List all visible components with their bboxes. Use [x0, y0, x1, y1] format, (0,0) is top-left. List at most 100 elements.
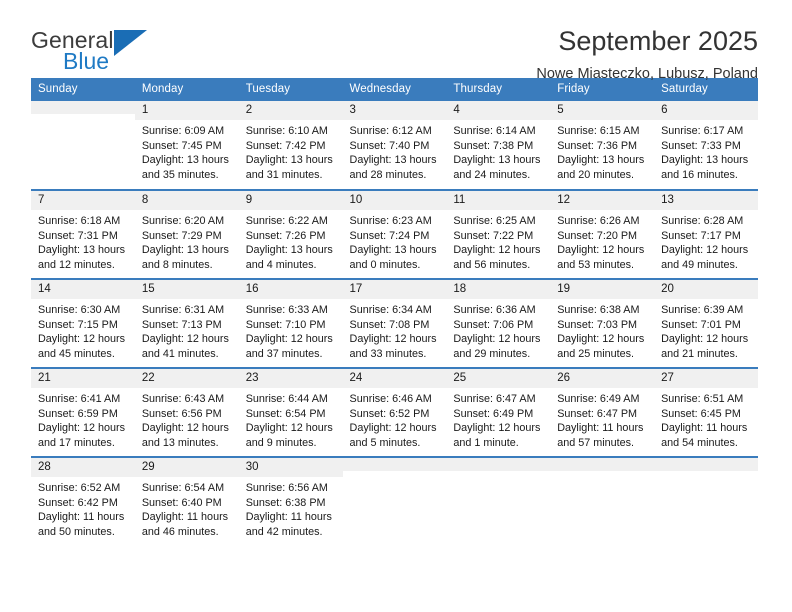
calendar-day-cell[interactable]: 14 Sunrise: 6:30 AM Sunset: 7:15 PM Dayligh… [31, 278, 135, 368]
cell-inner: 17 Sunrise: 6:34 AM Sunset: 7:08 PM Dayligh… [342, 280, 447, 367]
day-sun-info: Sunrise: 6:34 AM Sunset: 7:08 PM Daylight:… [343, 299, 447, 361]
day-number: 3 [342, 101, 447, 120]
cell-inner: 28 Sunrise: 6:52 AM Sunset: 6:42 PM Dayligh… [31, 458, 135, 546]
calendar-day-cell[interactable]: 25 Sunrise: 6:47 AM Sunset: 6:49 PM Dayligh… [446, 367, 551, 457]
page-subtitle: Nowe Miasteczko, Lubusz, Poland [536, 66, 758, 82]
daylight-text-line1: Daylight: 13 hours [661, 154, 749, 167]
daylight-text-line1: Daylight: 11 hours [557, 422, 644, 435]
sunset-text: Sunset: 6:45 PM [661, 407, 741, 420]
calendar-day-cell[interactable]: 2 Sunrise: 6:10 AM Sunset: 7:42 PM Daylight… [238, 101, 343, 190]
sunset-text: Sunset: 6:59 PM [38, 407, 118, 420]
cell-inner: 8 Sunrise: 6:20 AM Sunset: 7:29 PM Daylight… [134, 191, 239, 278]
day-sun-info: Sunrise: 6:56 AM Sunset: 6:38 PM Daylight:… [239, 477, 343, 539]
calendar-day-cell[interactable]: 11 Sunrise: 6:25 AM Sunset: 7:22 PM Dayligh… [446, 189, 551, 279]
calendar-day-cell[interactable]: 3 Sunrise: 6:12 AM Sunset: 7:40 PM Daylight… [342, 101, 447, 190]
calendar-day-cell[interactable]: 10 Sunrise: 6:23 AM Sunset: 7:24 PM Dayligh… [342, 189, 447, 279]
calendar-day-cell[interactable]: 15 Sunrise: 6:31 AM Sunset: 7:13 PM Dayligh… [134, 278, 239, 368]
day-sun-info: Sunrise: 6:41 AM Sunset: 6:59 PM Daylight:… [31, 388, 135, 450]
calendar-week-row: 1 Sunrise: 6:09 AM Sunset: 7:45 PM Daylight… [31, 101, 758, 190]
calendar-day-cell[interactable]: 28 Sunrise: 6:52 AM Sunset: 6:42 PM Dayligh… [31, 456, 135, 546]
calendar-day-cell[interactable]: 30 Sunrise: 6:56 AM Sunset: 6:38 PM Dayligh… [238, 456, 343, 546]
sunset-text: Sunset: 7:33 PM [661, 139, 741, 152]
daylight-text-line1: Daylight: 11 hours [245, 511, 332, 524]
daylight-text-line2: and 13 minutes. [141, 436, 219, 449]
calendar-cell-empty [342, 456, 447, 546]
weekday-header-thursday: Thursday [446, 78, 551, 101]
daylight-text-line1: Daylight: 13 hours [38, 244, 126, 257]
daylight-text-line2: and 37 minutes. [245, 347, 323, 360]
calendar-day-cell[interactable]: 20 Sunrise: 6:39 AM Sunset: 7:01 PM Dayligh… [654, 278, 758, 368]
sunset-text: Sunset: 7:29 PM [141, 229, 222, 242]
daylight-text-line1: Daylight: 12 hours [141, 422, 229, 435]
day-number: 19 [550, 280, 655, 299]
cell-inner: 16 Sunrise: 6:33 AM Sunset: 7:10 PM Dayligh… [238, 280, 343, 367]
day-sun-info: Sunrise: 6:22 AM Sunset: 7:26 PM Daylight:… [239, 210, 343, 272]
daylight-text-line2: and 31 minutes. [245, 168, 323, 181]
calendar-day-cell[interactable]: 13 Sunrise: 6:28 AM Sunset: 7:17 PM Dayligh… [654, 189, 758, 279]
cell-inner [550, 458, 655, 546]
calendar-day-cell[interactable]: 23 Sunrise: 6:44 AM Sunset: 6:54 PM Dayligh… [238, 367, 343, 457]
sunrise-text: Sunrise: 6:31 AM [141, 304, 225, 316]
calendar-day-cell[interactable]: 21 Sunrise: 6:41 AM Sunset: 6:59 PM Dayligh… [31, 367, 135, 457]
sunset-text: Sunset: 7:06 PM [453, 318, 534, 331]
calendar-day-cell[interactable]: 9 Sunrise: 6:22 AM Sunset: 7:26 PM Daylight… [238, 189, 343, 279]
day-sun-info: Sunrise: 6:36 AM Sunset: 7:06 PM Daylight:… [446, 299, 550, 361]
calendar-day-cell[interactable]: 24 Sunrise: 6:46 AM Sunset: 6:52 PM Dayligh… [342, 367, 447, 457]
daylight-text-line2: and 21 minutes. [661, 347, 738, 360]
daylight-text-line2: and 1 minute. [453, 436, 519, 449]
calendar-body: 1 Sunrise: 6:09 AM Sunset: 7:45 PM Daylight… [31, 101, 758, 546]
daylight-text-line2: and 49 minutes. [661, 258, 738, 271]
day-sun-info: Sunrise: 6:25 AM Sunset: 7:22 PM Daylight:… [446, 210, 550, 272]
daylight-text-line2: and 16 minutes. [661, 168, 738, 181]
calendar-day-cell[interactable]: 27 Sunrise: 6:51 AM Sunset: 6:45 PM Dayligh… [654, 367, 758, 457]
calendar-cell-empty [654, 456, 758, 546]
calendar-day-cell[interactable]: 18 Sunrise: 6:36 AM Sunset: 7:06 PM Dayligh… [446, 278, 551, 368]
cell-inner: 27 Sunrise: 6:51 AM Sunset: 6:45 PM Dayligh… [654, 369, 758, 456]
calendar-day-cell[interactable]: 19 Sunrise: 6:38 AM Sunset: 7:03 PM Dayligh… [550, 278, 655, 368]
daylight-text-line2: and 56 minutes. [453, 258, 531, 271]
daylight-text-line1: Daylight: 12 hours [349, 422, 437, 435]
sunset-text: Sunset: 7:15 PM [38, 318, 118, 331]
calendar-day-cell[interactable]: 17 Sunrise: 6:34 AM Sunset: 7:08 PM Dayligh… [342, 278, 447, 368]
day-sun-info: Sunrise: 6:28 AM Sunset: 7:17 PM Daylight:… [654, 210, 758, 272]
cell-inner: 19 Sunrise: 6:38 AM Sunset: 7:03 PM Dayligh… [550, 280, 655, 367]
calendar-day-cell[interactable]: 29 Sunrise: 6:54 AM Sunset: 6:40 PM Dayligh… [134, 456, 239, 546]
daylight-text-line1: Daylight: 12 hours [453, 422, 541, 435]
calendar-day-cell[interactable]: 4 Sunrise: 6:14 AM Sunset: 7:38 PM Daylight… [446, 101, 551, 190]
title-block: September 2025 Nowe Miasteczko, Lubusz, … [536, 26, 758, 82]
calendar-week-row: 28 Sunrise: 6:52 AM Sunset: 6:42 PM Dayligh… [31, 456, 758, 546]
cell-inner: 15 Sunrise: 6:31 AM Sunset: 7:13 PM Dayligh… [134, 280, 239, 367]
sunset-text: Sunset: 7:45 PM [141, 139, 222, 152]
sunrise-text: Sunrise: 6:20 AM [141, 215, 225, 227]
daylight-text-line2: and 24 minutes. [453, 168, 531, 181]
page-header: General Blue September 2025 Nowe Miastec… [0, 0, 792, 82]
cell-inner: 11 Sunrise: 6:25 AM Sunset: 7:22 PM Dayligh… [446, 191, 551, 278]
calendar-day-cell[interactable]: 16 Sunrise: 6:33 AM Sunset: 7:10 PM Dayligh… [238, 278, 343, 368]
calendar-day-cell[interactable]: 6 Sunrise: 6:17 AM Sunset: 7:33 PM Daylight… [654, 101, 758, 190]
sunset-text: Sunset: 7:13 PM [141, 318, 222, 331]
daylight-text-line2: and 9 minutes. [245, 436, 317, 449]
cell-inner: 14 Sunrise: 6:30 AM Sunset: 7:15 PM Dayligh… [31, 280, 135, 367]
daylight-text-line1: Daylight: 11 hours [141, 511, 229, 524]
calendar-day-cell[interactable]: 12 Sunrise: 6:26 AM Sunset: 7:20 PM Dayligh… [550, 189, 655, 279]
calendar-day-cell[interactable]: 1 Sunrise: 6:09 AM Sunset: 7:45 PM Daylight… [134, 101, 239, 190]
day-number: 6 [654, 101, 758, 120]
day-number: 25 [446, 369, 551, 388]
sunset-text: Sunset: 7:40 PM [349, 139, 430, 152]
general-blue-logo[interactable]: General Blue [31, 26, 181, 73]
daylight-text-line1: Daylight: 12 hours [557, 333, 645, 346]
calendar-day-cell[interactable]: 22 Sunrise: 6:43 AM Sunset: 6:56 PM Dayligh… [134, 367, 239, 457]
calendar-day-cell[interactable]: 26 Sunrise: 6:49 AM Sunset: 6:47 PM Dayligh… [550, 367, 655, 457]
calendar-day-cell[interactable]: 5 Sunrise: 6:15 AM Sunset: 7:36 PM Daylight… [550, 101, 655, 190]
day-sun-info: Sunrise: 6:26 AM Sunset: 7:20 PM Daylight:… [550, 210, 654, 272]
calendar-day-cell[interactable]: 8 Sunrise: 6:20 AM Sunset: 7:29 PM Daylight… [134, 189, 239, 279]
daylight-text-line2: and 54 minutes. [661, 436, 738, 449]
day-number [654, 458, 758, 471]
sunrise-text: Sunrise: 6:43 AM [141, 393, 225, 405]
day-number [342, 458, 447, 471]
sunset-text: Sunset: 7:17 PM [661, 229, 741, 242]
day-sun-info: Sunrise: 6:38 AM Sunset: 7:03 PM Daylight:… [550, 299, 654, 361]
daylight-text-line1: Daylight: 13 hours [245, 244, 333, 257]
daylight-text-line1: Daylight: 13 hours [453, 154, 541, 167]
calendar-day-cell[interactable]: 7 Sunrise: 6:18 AM Sunset: 7:31 PM Daylight… [31, 189, 135, 279]
